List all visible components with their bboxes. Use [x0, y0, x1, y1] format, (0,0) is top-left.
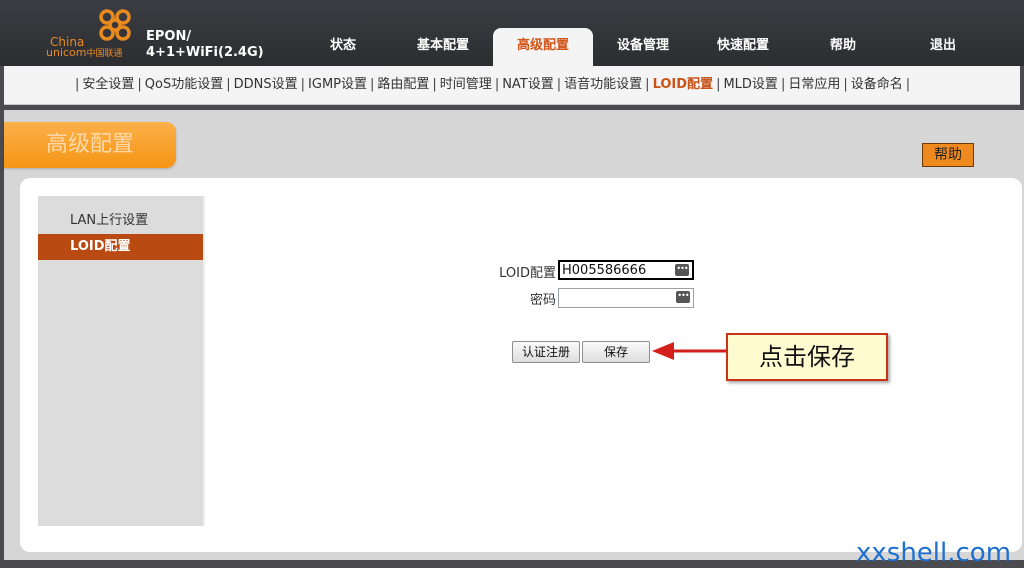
subnav-qos[interactable]: QoS功能设置	[145, 77, 223, 92]
sidebar-item-lan-uplink[interactable]: LAN上行设置	[38, 208, 203, 234]
password-input[interactable]: •••	[558, 288, 694, 308]
main-panel: LAN上行设置 LOID配置 LOID配置 H005586666 ••• 密码 …	[20, 178, 1022, 552]
subnav-daily-apps[interactable]: 日常应用	[788, 77, 840, 92]
loid-input-value: H005586666	[562, 263, 647, 278]
sidebar-item-loid[interactable]: LOID配置	[38, 234, 203, 260]
page-title-tab: 高级配置	[4, 122, 176, 168]
nav-quick-config[interactable]: 快速配置	[693, 28, 793, 66]
subnav-security[interactable]: 安全设置	[82, 77, 134, 92]
device-model-line1: EPON/	[146, 29, 192, 44]
nav-advanced-config[interactable]: 高级配置	[493, 28, 593, 66]
subnav-ddns[interactable]: DDNS设置	[234, 77, 298, 92]
top-header: China unicom中国联通 EPON/ 4+1+WiFi(2.4G) 状态…	[0, 0, 1024, 66]
password-manager-icon[interactable]: •••	[676, 291, 690, 303]
sub-nav: | 安全设置 | QoS功能设置 | DDNS设置 | IGMP设置 | 路由配置 | 时间管理 | NA…	[4, 66, 1020, 105]
sidebar: LAN上行设置 LOID配置	[38, 196, 205, 526]
nav-help[interactable]: 帮助	[793, 28, 893, 66]
logo-text-unicom-en: unicom	[46, 46, 87, 59]
loid-input[interactable]: H005586666 •••	[558, 260, 694, 280]
subnav-routing[interactable]: 路由配置	[377, 77, 429, 92]
sub-nav-links: | 安全设置 | QoS功能设置 | DDNS设置 | IGMP设置 | 路由配置 | 时间管理 | NA…	[75, 77, 911, 92]
subnav-igmp[interactable]: IGMP设置	[308, 77, 367, 92]
subnav-nat[interactable]: NAT设置	[502, 77, 554, 92]
logo-text-unicom: unicom中国联通	[46, 46, 123, 59]
password-label: 密码	[529, 293, 556, 308]
nav-logout[interactable]: 退出	[893, 28, 993, 66]
unicom-knot-icon	[99, 9, 131, 41]
subnav-mld[interactable]: MLD设置	[723, 77, 777, 92]
main-nav: 状态 基本配置 高级配置 设备管理 快速配置 帮助 退出	[293, 28, 993, 66]
content-area: 高级配置 帮助 LAN上行设置 LOID配置 LOID配置 H005586666…	[4, 110, 1024, 560]
loid-label: LOID配置	[499, 266, 556, 281]
device-model-line2: 4+1+WiFi(2.4G)	[146, 45, 264, 60]
subnav-voice[interactable]: 语音功能设置	[564, 77, 642, 92]
annotation-callout: 点击保存	[726, 333, 888, 381]
nav-device-management[interactable]: 设备管理	[593, 28, 693, 66]
auth-register-button[interactable]: 认证注册	[512, 341, 580, 363]
china-unicom-logo: China unicom中国联通	[46, 8, 146, 60]
subnav-loid[interactable]: LOID配置	[653, 77, 714, 92]
nav-basic-config[interactable]: 基本配置	[393, 28, 493, 66]
logo-text-unicom-cn: 中国联通	[86, 49, 123, 59]
help-button[interactable]: 帮助	[922, 143, 974, 167]
nav-status[interactable]: 状态	[293, 28, 393, 66]
subnav-time[interactable]: 时间管理	[440, 77, 492, 92]
save-button[interactable]: 保存	[582, 341, 650, 363]
watermark-text: xxshell.com	[856, 538, 1012, 568]
password-manager-icon[interactable]: •••	[675, 264, 689, 276]
device-model: EPON/ 4+1+WiFi(2.4G)	[146, 29, 264, 61]
subnav-device-naming[interactable]: 设备命名	[851, 77, 903, 92]
